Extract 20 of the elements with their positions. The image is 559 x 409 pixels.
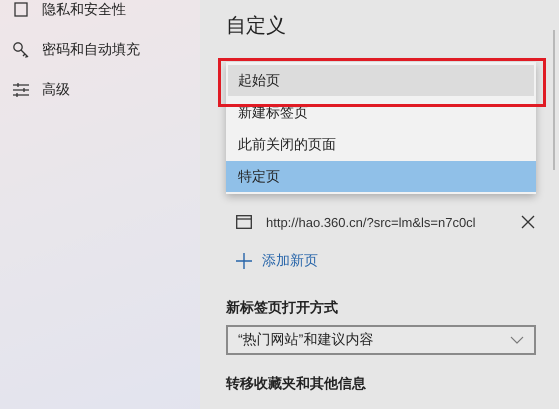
page-icon: [236, 215, 252, 229]
key-icon: [12, 41, 30, 59]
sliders-icon: [12, 81, 30, 99]
plus-icon: [236, 253, 252, 269]
menu-option[interactable]: 此前关闭的页面: [228, 129, 534, 160]
section-heading: 转移收藏夹和其他信息: [226, 375, 367, 393]
menu-option[interactable]: 特定页: [226, 161, 536, 192]
close-button[interactable]: [520, 214, 536, 230]
menu-option[interactable]: 起始页: [228, 65, 534, 96]
page-url: http://hao.360.cn/?src=lm&ls=n7c0cl: [266, 214, 477, 230]
sidebar-item[interactable]: 隐私和安全性: [42, 1, 126, 19]
chevron-icon: [510, 336, 524, 344]
select-field[interactable]: “热门网站”和建议内容: [226, 325, 536, 355]
scrollbar[interactable]: [553, 30, 555, 170]
section-title: 自定义: [226, 14, 287, 39]
sidebar-item[interactable]: 高级: [42, 81, 70, 99]
sidebar-item[interactable]: 密码和自动填充: [42, 41, 140, 59]
add-page-link[interactable]: 添加新页: [226, 249, 324, 273]
section-heading: 新标签页打开方式: [226, 299, 339, 317]
lock-icon: [12, 1, 30, 19]
